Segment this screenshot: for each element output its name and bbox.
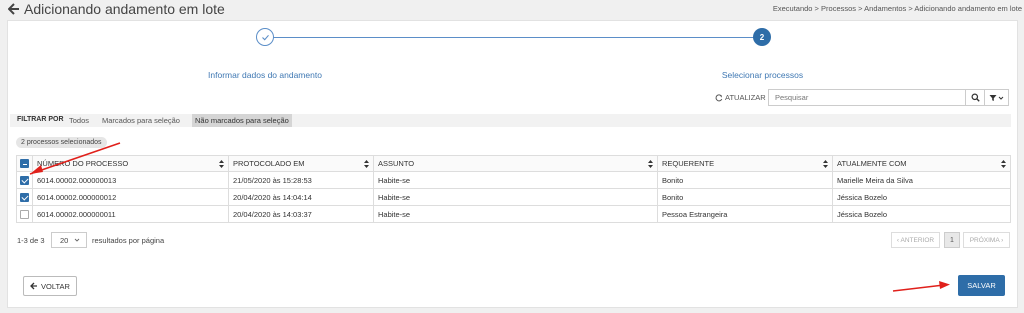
cell-requerente: Pessoa Estrangeira [657,205,833,223]
back-button-label: VOLTAR [41,281,70,291]
refresh-icon [715,93,723,101]
page-size-value: 20 [60,235,69,245]
cell-requerente: Bonito [657,171,833,189]
cell-protocolado: 20/04/2020 às 14:04:14 [228,188,374,206]
stepper-line [265,37,763,38]
cell-numero: 6014.00002.000000011 [32,205,229,223]
cell-protocolado: 20/04/2020 às 14:03:37 [228,205,374,223]
sort-icon [364,160,369,168]
page-number-button[interactable]: 1 [944,232,960,248]
step-1-circle[interactable] [256,28,274,46]
chevron-down-icon [75,238,80,242]
cell-assunto: Habite-se [373,171,658,189]
table-row[interactable]: 6014.00002.000000011 20/04/2020 às 14:03… [16,205,1011,223]
row-select-cell [16,188,33,206]
refresh-label: ATUALIZAR [725,93,766,102]
filter-option-todos[interactable]: Todos [66,114,92,127]
sort-icon [648,160,653,168]
search-icon [970,93,980,102]
check-icon [261,34,269,41]
step-2-label: Selecionar processos [721,70,804,80]
save-button[interactable]: SALVAR [958,275,1005,296]
cell-atualmente-com: Jéssica Bozelo [832,188,1011,206]
column-header-requerente[interactable]: REQUERENTE [657,155,833,172]
sort-icon [823,160,828,168]
filter-label: FILTRAR POR [17,116,64,123]
search-input[interactable] [768,89,966,106]
filter-button[interactable] [985,89,1009,106]
column-header-label: ATUALMENTE COM [837,159,907,168]
table-row[interactable]: 6014.00002.000000013 21/05/2020 às 15:28… [16,171,1011,189]
cell-protocolado: 21/05/2020 às 15:28:53 [228,171,374,189]
cell-requerente: Bonito [657,188,833,206]
select-all-cell [16,155,33,172]
next-page-button[interactable]: PRÓXIMA › [963,232,1010,248]
row-checkbox[interactable] [20,192,29,202]
previous-page-button[interactable]: ‹ ANTERIOR [891,232,940,248]
filter-icon [989,94,997,101]
row-select-cell [16,205,33,223]
cell-numero: 6014.00002.000000012 [32,188,229,206]
filter-option-marcados[interactable]: Marcados para seleção [99,114,183,127]
refresh-button[interactable]: ATUALIZAR [715,93,766,102]
breadcrumb[interactable]: Executando > Processos > Andamentos > Ad… [773,4,1022,13]
column-header-label: REQUERENTE [662,159,715,168]
select-all-checkbox[interactable] [20,159,29,169]
cell-assunto: Habite-se [373,205,658,223]
step-2-circle[interactable]: 2 [753,28,771,46]
sort-icon [1001,160,1006,168]
column-header-atualmente-com[interactable]: ATUALMENTE COM [832,155,1011,172]
process-table: NÚMERO DO PROCESSO PROTOCOLADO EM ASSUNT… [16,155,1011,223]
column-header-label: ASSUNTO [378,159,415,168]
cell-numero: 6014.00002.000000013 [32,171,229,189]
row-checkbox[interactable] [20,175,29,185]
row-checkbox[interactable] [20,209,29,219]
back-arrow-icon[interactable] [8,2,20,16]
search-button[interactable] [966,89,985,106]
column-header-numero[interactable]: NÚMERO DO PROCESSO [32,155,229,172]
top-bar: Adicionando andamento em lote Executando… [0,0,1024,20]
per-page-label: resultados por página [92,236,165,245]
column-header-protocolado[interactable]: PROTOCOLADO EM [228,155,374,172]
page-title: Adicionando andamento em lote [24,1,225,17]
cell-assunto: Habite-se [373,188,658,206]
table-row[interactable]: 6014.00002.000000012 20/04/2020 às 14:04… [16,188,1011,206]
results-range: 1-3 de 3 [17,236,45,245]
step-1-label: Informar dados do andamento [208,70,322,80]
filter-option-nao-marcados[interactable]: Não marcados para seleção [192,114,292,127]
sort-icon [219,160,224,168]
cell-atualmente-com: Jéssica Bozelo [832,205,1011,223]
chevron-down-icon [998,96,1004,100]
column-header-label: NÚMERO DO PROCESSO [37,159,129,168]
table-header-row: NÚMERO DO PROCESSO PROTOCOLADO EM ASSUNT… [16,155,1011,172]
row-select-cell [16,171,33,189]
column-header-assunto[interactable]: ASSUNTO [373,155,658,172]
back-button[interactable]: VOLTAR [23,276,77,296]
back-arrow-icon [30,282,38,290]
cell-atualmente-com: Marielle Meira da Silva [832,171,1011,189]
page-size-select[interactable]: 20 [51,232,87,248]
column-header-label: PROTOCOLADO EM [233,159,305,168]
selection-count-badge: 2 processos selecionados [16,137,107,148]
